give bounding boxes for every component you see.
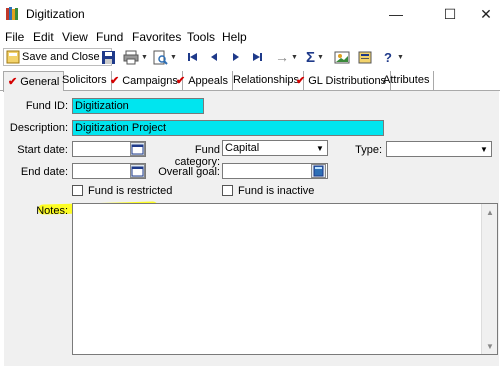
first-record-button[interactable] bbox=[187, 48, 199, 66]
menu-edit[interactable]: Edit bbox=[33, 30, 54, 44]
calendar-icon bbox=[131, 166, 144, 177]
description-field[interactable]: Digitization Project bbox=[72, 120, 384, 136]
fund-restricted-checkbox[interactable] bbox=[72, 185, 83, 196]
window-title: Digitization bbox=[26, 7, 85, 21]
menu-favorites[interactable]: Favorites bbox=[132, 30, 181, 44]
menu-view[interactable]: View bbox=[62, 30, 88, 44]
menu-help[interactable]: Help bbox=[222, 30, 247, 44]
scroll-up-icon[interactable]: ▲ bbox=[482, 204, 498, 220]
menu-tools[interactable]: Tools bbox=[187, 30, 215, 44]
start-date-label: Start date: bbox=[17, 144, 68, 156]
save-and-close-label: Save and Close bbox=[22, 51, 100, 63]
type-label: Type: bbox=[355, 144, 382, 156]
fund-category-select[interactable]: Capital ▼ bbox=[222, 140, 328, 156]
type-select[interactable]: ▼ bbox=[386, 141, 492, 157]
minimize-button[interactable]: — bbox=[376, 0, 416, 28]
calendar-icon bbox=[131, 144, 144, 155]
end-date-label: End date: bbox=[20, 166, 68, 178]
overall-goal-label: Overall goal: bbox=[158, 166, 220, 178]
menu-file[interactable]: File bbox=[5, 30, 24, 44]
close-button[interactable]: ✕ bbox=[466, 0, 500, 28]
printer-icon bbox=[123, 50, 139, 64]
go-to-button[interactable]: → ▼ bbox=[275, 48, 298, 66]
menu-bar: File Edit View Fund Favorites Tools Help bbox=[0, 28, 500, 46]
floppy-icon bbox=[102, 50, 115, 64]
print-button[interactable]: ▼ bbox=[123, 48, 148, 66]
tab-general[interactable]: ✔ General bbox=[3, 71, 65, 92]
right-arrow-icon: → bbox=[275, 49, 289, 65]
fund-category-label: Fund category: bbox=[174, 144, 220, 168]
fund-inactive-label: Fund is inactive bbox=[238, 185, 315, 197]
maximize-button[interactable]: ☐ bbox=[430, 0, 470, 28]
tab-strip: ✔ General Solicitors ✔ Campaigns ✔ Appeals … bbox=[0, 70, 500, 92]
tab-appeals[interactable]: ✔ Appeals bbox=[172, 71, 233, 91]
print-dropdown-arrow-icon[interactable]: ▼ bbox=[141, 54, 148, 61]
check-icon: ✔ bbox=[8, 76, 18, 88]
next-record-button[interactable] bbox=[231, 48, 241, 66]
save-floppy-button[interactable] bbox=[101, 48, 116, 66]
check-icon: ✔ bbox=[296, 75, 306, 87]
sigma-icon: Σ bbox=[306, 48, 316, 66]
notes-label: Notes: bbox=[36, 205, 68, 217]
calculator-icon bbox=[313, 165, 324, 177]
summary-dropdown-arrow-icon[interactable]: ▼ bbox=[317, 54, 324, 61]
first-record-icon bbox=[188, 53, 197, 61]
fund-inactive-checkbox[interactable] bbox=[222, 185, 233, 196]
check-icon: ✔ bbox=[110, 75, 120, 87]
tab-label: Appeals bbox=[188, 75, 228, 87]
notes-textarea[interactable]: ▲ ▼ bbox=[72, 203, 498, 355]
media-button[interactable] bbox=[334, 48, 350, 66]
chevron-down-icon[interactable]: ▼ bbox=[313, 141, 327, 155]
picture-icon bbox=[334, 51, 350, 63]
tab-label: Solicitors bbox=[62, 74, 107, 86]
previous-record-icon bbox=[211, 53, 217, 61]
fund-category-value: Capital bbox=[225, 142, 260, 154]
app-books-icon bbox=[6, 7, 20, 20]
fund-restricted-label: Fund is restricted bbox=[88, 185, 173, 197]
tab-label: Attributes bbox=[383, 74, 430, 86]
end-date-calendar-button[interactable] bbox=[130, 164, 145, 178]
last-record-icon bbox=[253, 53, 262, 61]
overall-goal-calculator-button[interactable] bbox=[311, 164, 326, 178]
tab-label: Relationships bbox=[233, 74, 300, 86]
help-button[interactable]: ? ▼ bbox=[384, 48, 404, 66]
tab-solicitors[interactable]: Solicitors bbox=[58, 71, 112, 91]
properties-icon bbox=[358, 51, 372, 63]
previous-record-button[interactable] bbox=[209, 48, 219, 66]
preview-dropdown-arrow-icon[interactable]: ▼ bbox=[170, 54, 177, 61]
tab-label: General bbox=[20, 76, 60, 88]
tab-gl-distributions[interactable]: ✔ GL Distributions bbox=[292, 71, 392, 91]
chevron-down-icon[interactable]: ▼ bbox=[477, 142, 491, 156]
title-bar: Digitization — ☐ ✕ bbox=[0, 0, 500, 28]
start-date-calendar-button[interactable] bbox=[130, 142, 145, 156]
summary-button[interactable]: Σ ▼ bbox=[306, 48, 324, 66]
toolbar: Save and Close ▼ ▼ ▼ → ▼ Σ ▼ ? ▼ bbox=[0, 46, 500, 68]
notes-scrollbar[interactable]: ▲ ▼ bbox=[481, 204, 497, 354]
properties-button[interactable] bbox=[357, 48, 373, 66]
last-record-button[interactable] bbox=[251, 48, 263, 66]
save-and-close-button[interactable]: Save and Close ▼ bbox=[3, 48, 112, 66]
tab-label: GL Distributions bbox=[308, 75, 387, 87]
fund-id-field[interactable]: Digitization bbox=[72, 98, 204, 114]
go-to-dropdown-arrow-icon[interactable]: ▼ bbox=[291, 54, 298, 61]
help-question-icon: ? bbox=[384, 49, 392, 65]
preview-button[interactable]: ▼ bbox=[153, 48, 177, 66]
scroll-down-icon[interactable]: ▼ bbox=[482, 338, 498, 354]
description-label: Description: bbox=[9, 122, 68, 134]
fund-id-label: Fund ID: bbox=[25, 100, 68, 112]
save-close-icon bbox=[6, 50, 20, 64]
print-preview-icon bbox=[153, 50, 168, 65]
help-dropdown-arrow-icon[interactable]: ▼ bbox=[397, 54, 404, 61]
menu-fund[interactable]: Fund bbox=[96, 30, 123, 44]
next-record-icon bbox=[233, 53, 239, 61]
check-icon: ✔ bbox=[176, 75, 186, 87]
tab-attributes[interactable]: Attributes bbox=[379, 71, 435, 91]
tab-label: Campaigns bbox=[122, 75, 178, 87]
